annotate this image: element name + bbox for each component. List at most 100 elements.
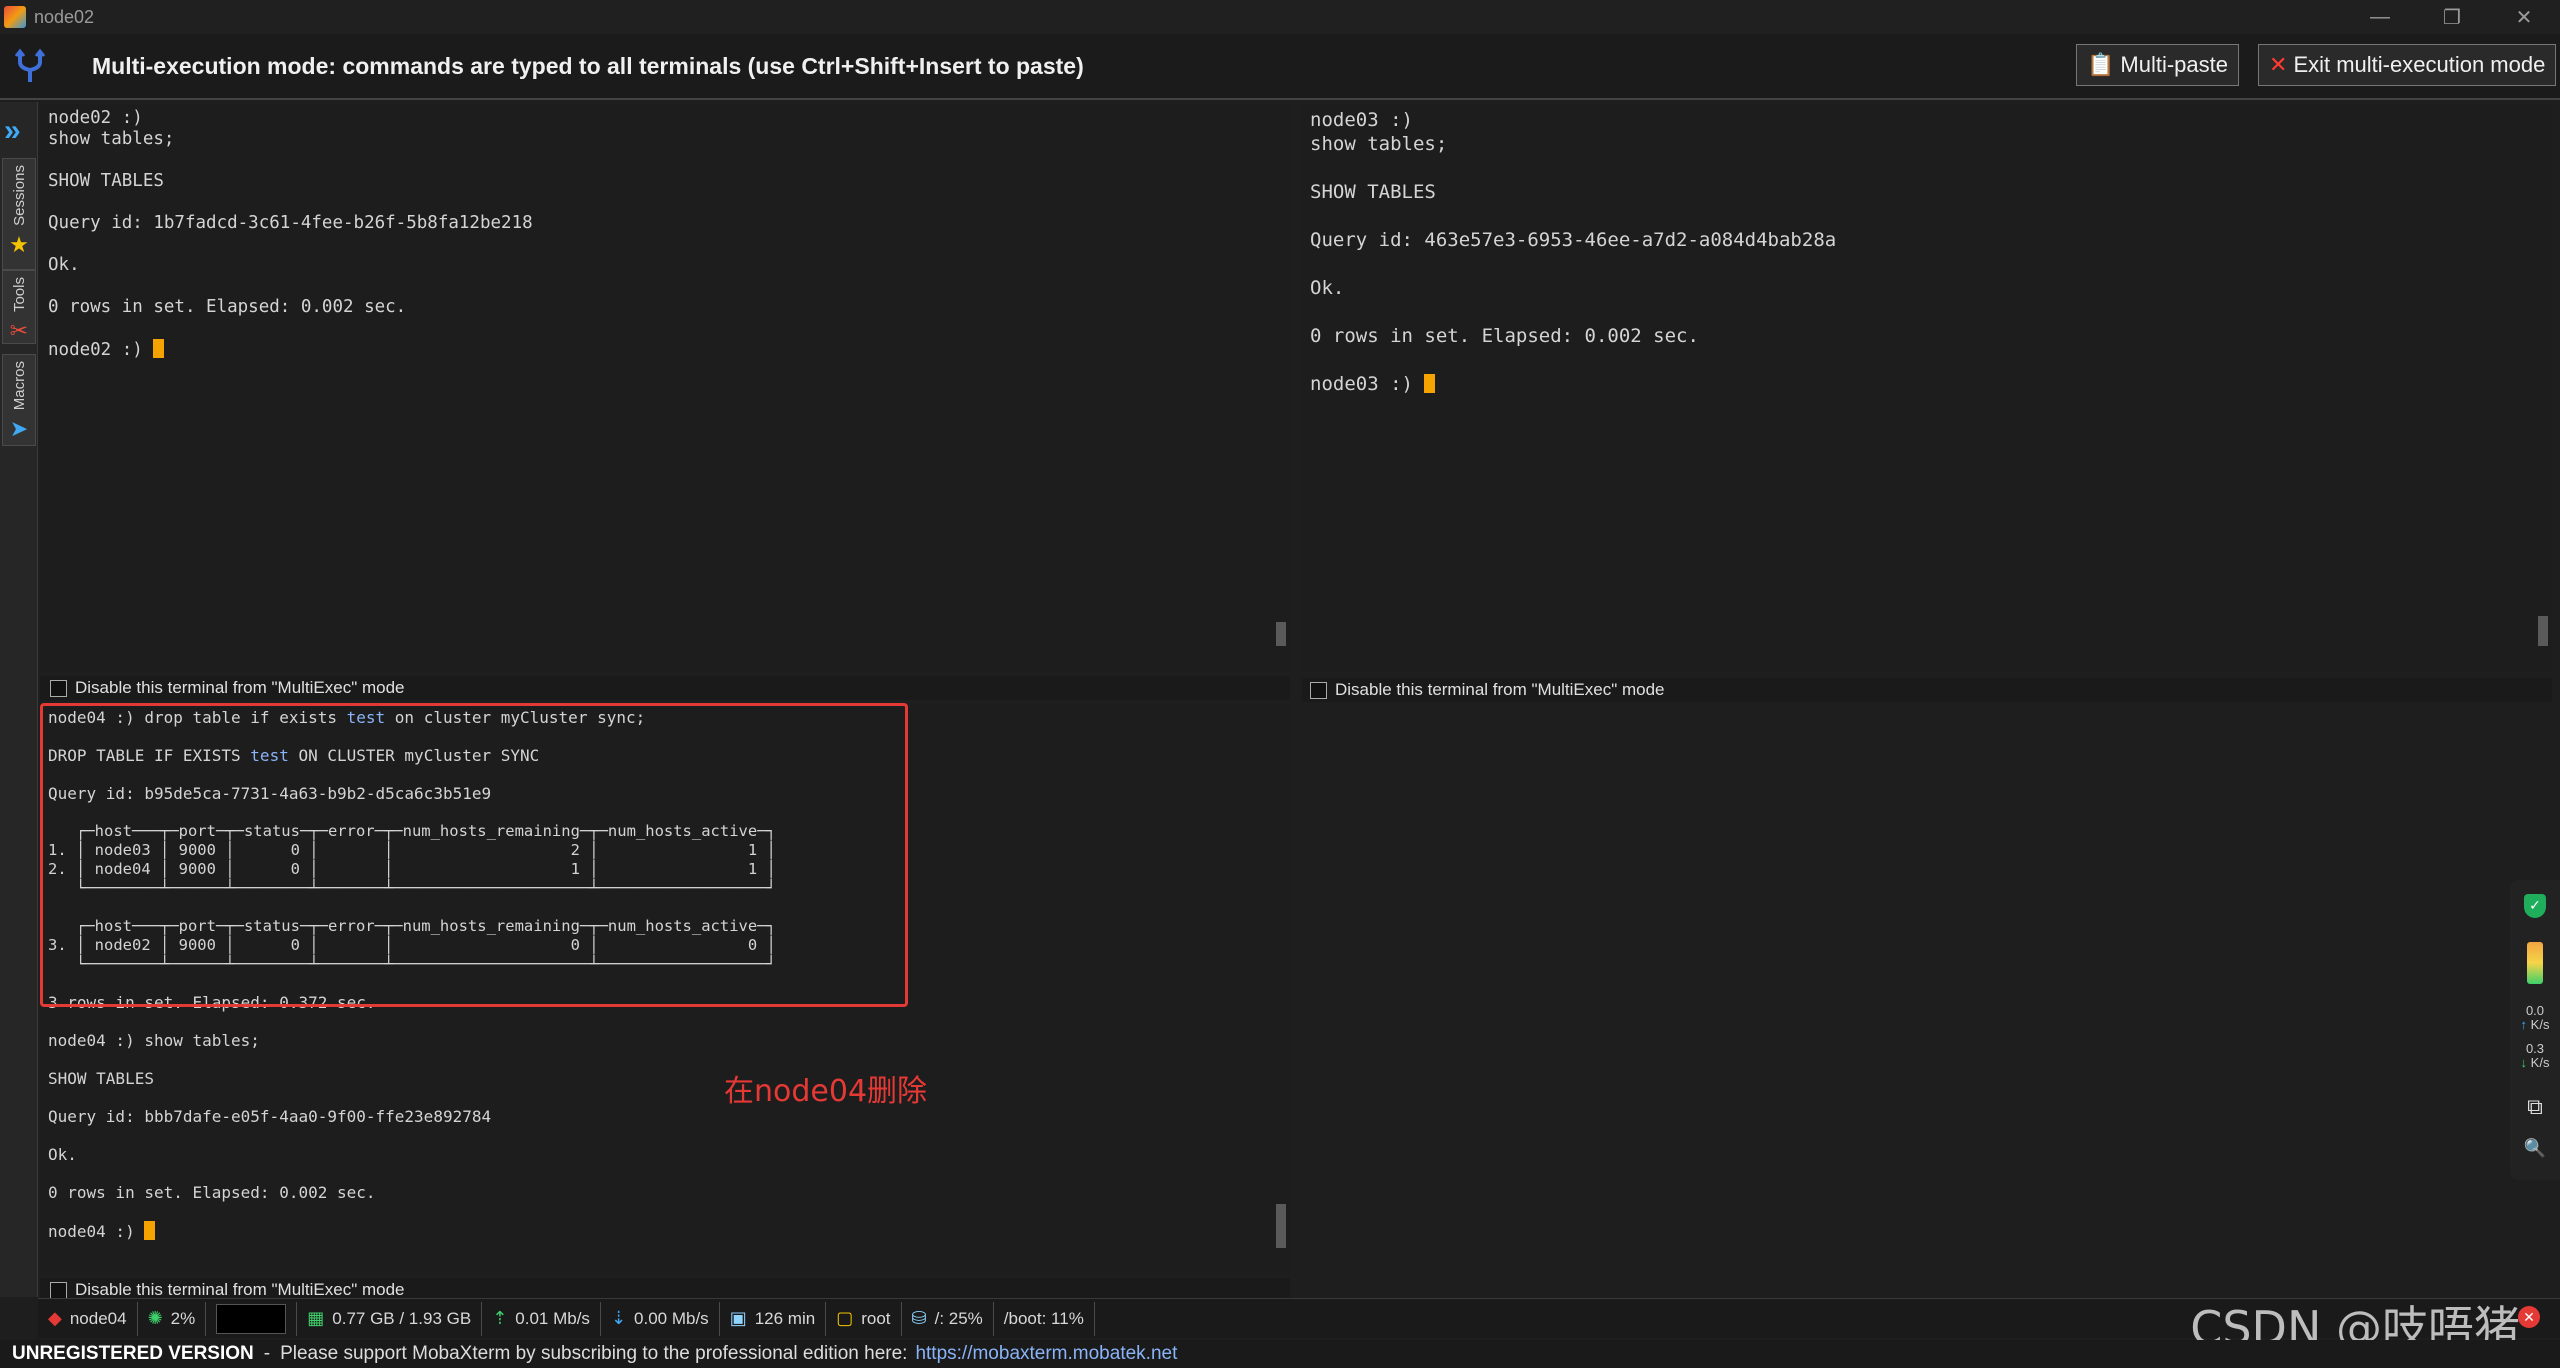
terminal-line: └────────┴──────┴────────┴───────┴──────… (48, 879, 776, 897)
sessions-tab[interactable]: Sessions ★ (2, 158, 36, 270)
status-bar: ◆ node04 ✺ 2% ▦ 0.77 GB / 1.93 GB ⇡ 0.01 Mb/… (38, 1298, 2560, 1338)
terminal-line: 0 rows in set. Elapsed: 0.002 sec. (48, 297, 407, 317)
disk-icon: ⛁ (911, 1308, 927, 1328)
terminal-line: SHOW TABLES (48, 171, 164, 191)
node04-show-echo: SHOW TABLES (48, 1069, 154, 1088)
node04-rows-message-2: 0 rows in set. Elapsed: 0.002 sec. (48, 1183, 376, 1202)
node03-scrollbar[interactable] (2538, 616, 2548, 646)
node03-prompt: node03 :) (1310, 373, 1425, 395)
mobatek-link[interactable]: https://mobaxterm.mobatek.net (915, 1343, 1177, 1365)
terminal-line: 3. │ node02 │ 9000 │ 0 │ │ 0 │ 0 │ (48, 936, 776, 954)
close-button[interactable]: ✕ (2492, 0, 2556, 34)
upload-speed: 0.0 ↑ K/s (2520, 1003, 2550, 1032)
terminal-line: SHOW TABLES (1310, 181, 1436, 203)
node04-cursor (144, 1221, 156, 1240)
node04-scrollbar[interactable] (1276, 1204, 1286, 1248)
cpu-graph (216, 1303, 287, 1334)
battery-gauge-icon (2527, 942, 2543, 984)
exit-multiexec-button[interactable]: ✕ Exit multi-execution mode (2258, 44, 2557, 86)
sessions-tab-label: Sessions (10, 165, 28, 226)
tools-icon: ✂ (9, 318, 29, 344)
unregistered-label: UNREGISTERED VERSION (12, 1343, 254, 1364)
node04-result-table-1: ┌─host───┬─port─┬─status─┬─error─┬─num_h… (48, 822, 1282, 898)
monitor-icon: ▣ (729, 1308, 747, 1328)
download-speed: 0.3 ↓ K/s (2520, 1041, 2550, 1070)
status-upload: ⇡ 0.01 Mb/s (482, 1301, 601, 1336)
node02-prompt: node02 :) (48, 340, 154, 360)
multiexec-fork-icon (0, 36, 60, 96)
terminal-line: show tables; (1310, 133, 1448, 155)
node04-ok: Ok. (48, 1145, 77, 1164)
status-disk-boot: /boot: 11% (994, 1301, 1095, 1336)
mobaxterm-app-icon (4, 6, 26, 28)
terminal-line: Ok. (48, 255, 80, 275)
terminal-line: Ok. (1310, 277, 1345, 299)
node02-cursor (153, 339, 165, 358)
node03-disable-multiexec[interactable]: Disable this terminal from "MultiExec" m… (1302, 678, 2552, 702)
multiexec-banner: Multi-execution mode: commands are typed… (0, 34, 2560, 100)
terminal-line: 2. │ node04 │ 9000 │ 0 │ │ 1 │ 1 │ (48, 860, 776, 878)
terminal-line: ┌─host───┬─port─┬─status─┬─error─┬─num_h… (48, 822, 776, 840)
node04-show-command: node04 :) show tables; (48, 1031, 260, 1050)
node04-query-id-2: Query id: bbb7dafe-e05f-4aa0-9f00-ffe23e… (48, 1107, 492, 1126)
terminal-line: Query id: 1b7fadcd-3c61-4fee-b26f-5b8fa1… (48, 213, 533, 233)
footer-bar: UNREGISTERED VERSION - Please support Mo… (0, 1340, 2560, 1368)
star-icon: ★ (9, 231, 29, 257)
node02-disable-checkbox[interactable] (50, 679, 67, 697)
node03-cursor (1424, 374, 1436, 393)
node02-disable-multiexec[interactable]: Disable this terminal from "MultiExec" m… (40, 676, 1290, 700)
node03-disable-checkbox[interactable] (1310, 681, 1327, 699)
redhat-icon: ◆ (48, 1308, 62, 1328)
screenshot-crop-icon[interactable]: ⧉ (2527, 1094, 2543, 1120)
network-side-widget: ✓ 0.0 ↑ K/s 0.3 ↓ K/s ⧉ 🔍 (2510, 880, 2560, 1180)
expand-sidebar-icon[interactable]: » (4, 114, 21, 148)
status-memory: ▦ 0.77 GB / 1.93 GB (297, 1301, 483, 1336)
terminal-pane-node02[interactable]: node02 :) show tables; SHOW TABLES Query id… (40, 104, 1290, 672)
terminal-line: 1. │ node03 │ 9000 │ 0 │ │ 2 │ 1 │ (48, 841, 776, 859)
restore-button[interactable]: ❐ (2420, 0, 2484, 34)
node04-disable-checkbox[interactable] (50, 1281, 67, 1299)
status-cpu: ✺ 2% (138, 1301, 207, 1336)
node03-disable-label: Disable this terminal from "MultiExec" m… (1335, 680, 1665, 699)
shield-check-icon[interactable]: ✓ (2524, 894, 2546, 918)
status-host: ◆ node04 (38, 1301, 138, 1336)
multi-paste-label: Multi-paste (2120, 52, 2228, 77)
node04-rows-message: 3 rows in set. Elapsed: 0.372 sec. (48, 993, 376, 1012)
node02-scrollbar[interactable] (1276, 622, 1286, 646)
status-disk-root: ⛁/: 25% (902, 1301, 994, 1336)
macros-tab-label: Macros (10, 361, 28, 411)
terminal-line: node03 :) (1310, 109, 1413, 131)
macros-tab[interactable]: Macros ➤ (2, 354, 36, 446)
terminal-line: ┌─host───┬─port─┬─status─┬─error─┬─num_h… (48, 917, 776, 935)
terminal-line: 0 rows in set. Elapsed: 0.002 sec. (1310, 325, 1699, 347)
terminal-pane-node04[interactable]: node04 :) drop table if exists test on c… (40, 704, 1290, 1274)
memory-icon: ▦ (307, 1308, 325, 1328)
minimize-button[interactable]: — (2348, 0, 2412, 34)
annotation-text: 在node04删除 (724, 1074, 928, 1109)
search-window-icon[interactable]: 🔍 (2524, 1138, 2546, 1159)
support-text: Please support MobaXterm by subscribing … (280, 1343, 908, 1364)
multi-paste-button[interactable]: 📋 Multi-paste (2076, 44, 2239, 86)
status-user: ▢ root (826, 1301, 902, 1336)
terminal-line: └────────┴──────┴────────┴───────┴──────… (48, 955, 776, 973)
node04-drop-echo: DROP TABLE IF EXISTS test ON CLUSTER myC… (48, 746, 540, 765)
tools-tab[interactable]: Tools ✂ (2, 270, 36, 344)
empty-pane-area (1302, 704, 2552, 1294)
node04-drop-command: node04 :) drop table if exists test on c… (48, 708, 646, 727)
close-notification-icon[interactable]: ✕ (2518, 1306, 2540, 1328)
left-dock: » Sessions ★ Tools ✂ Macros ➤ (0, 102, 38, 1297)
terminal-pane-node03[interactable]: node03 :) show tables; SHOW TABLES Query id… (1302, 104, 2552, 672)
terminal-line: Query id: 463e57e3-6953-46ee-a7d2-a084d4… (1310, 229, 1837, 251)
exit-multiexec-label: Exit multi-execution mode (2293, 52, 2546, 77)
clipboard-icon: 📋 (2087, 52, 2115, 77)
user-icon: ▢ (836, 1308, 854, 1328)
tools-tab-label: Tools (10, 277, 28, 313)
node04-result-table-2: ┌─host───┬─port─┬─status─┬─error─┬─num_h… (48, 917, 1282, 974)
